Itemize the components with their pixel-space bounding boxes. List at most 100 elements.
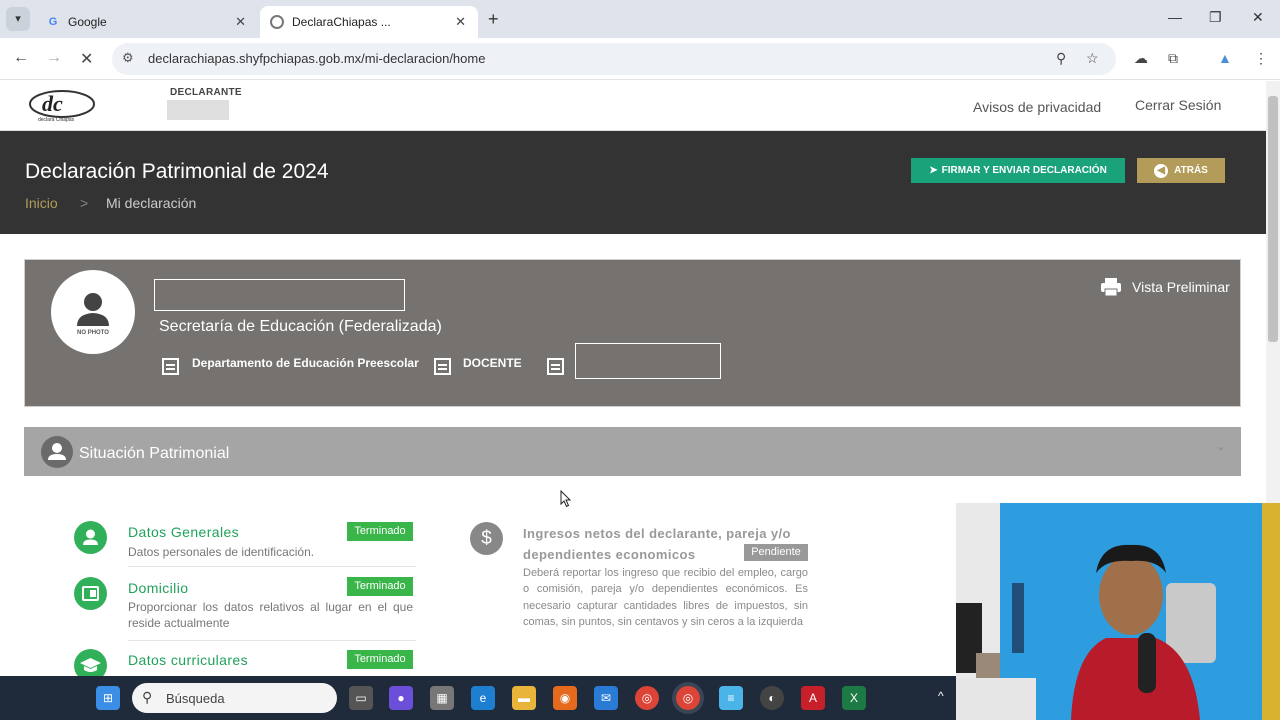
- status-badge: Terminado: [347, 577, 413, 596]
- address-card-icon: [74, 577, 107, 610]
- notepad-icon[interactable]: ≡: [719, 686, 743, 710]
- list-icon: [162, 358, 179, 375]
- tab-search-button[interactable]: ▾: [6, 7, 30, 31]
- item-title[interactable]: Datos Generales: [128, 524, 239, 540]
- taskbar-search-label: Búsqueda: [166, 691, 225, 706]
- item-description: Proporcionar los datos relativos al luga…: [128, 600, 413, 630]
- page-banner: Declaración Patrimonial de 2024 Inicio >…: [0, 131, 1266, 234]
- chrome-icon[interactable]: ◎: [635, 686, 659, 710]
- preview-button[interactable]: Vista Preliminar: [1100, 277, 1230, 297]
- chat-icon[interactable]: ●: [389, 686, 413, 710]
- close-window-icon[interactable]: ✕: [1252, 9, 1264, 26]
- windows-start-icon[interactable]: ⊞: [96, 686, 120, 710]
- tab-google[interactable]: G Google ✕: [36, 6, 258, 38]
- site-favicon-icon: [270, 15, 284, 29]
- divider: [128, 566, 416, 567]
- mouse-cursor-icon: [560, 490, 572, 508]
- preview-label: Vista Preliminar: [1132, 279, 1230, 295]
- cloud-icon[interactable]: ☁: [1134, 50, 1148, 67]
- file-explorer-icon[interactable]: ▬: [512, 686, 536, 710]
- declarante-label: DECLARANTE: [170, 87, 242, 98]
- site-info-icon[interactable]: ⚙: [122, 50, 134, 66]
- logo-subtext: declara Chiapas: [38, 117, 75, 123]
- tab-title: DeclaraChiapas ...: [292, 15, 391, 29]
- search-icon: ⚲: [142, 689, 153, 705]
- bookmark-star-icon[interactable]: ☆: [1086, 50, 1099, 67]
- item-title[interactable]: Datos curriculares: [128, 652, 248, 668]
- department-text: Secretaría de Educación (Federalizada): [159, 318, 442, 335]
- mail-icon[interactable]: ✉: [594, 686, 618, 710]
- privacy-link[interactable]: Avisos de privacidad: [973, 99, 1101, 115]
- breadcrumb-separator-icon: >: [80, 195, 89, 211]
- status-badge-pending: Pendiente: [744, 544, 808, 561]
- tab-declarachiapas[interactable]: DeclaraChiapas ... ✕: [260, 6, 478, 38]
- area-text: Departamento de Educación Preescolar: [192, 356, 419, 370]
- new-tab-icon[interactable]: +: [488, 9, 499, 30]
- forward-icon[interactable]: →: [46, 49, 62, 67]
- task-view-icon[interactable]: ▭: [349, 686, 373, 710]
- acrobat-icon[interactable]: A: [801, 686, 825, 710]
- excel-icon[interactable]: X: [842, 686, 866, 710]
- code-redacted: [575, 343, 721, 379]
- minimize-icon[interactable]: —: [1168, 9, 1182, 25]
- zoom-icon[interactable]: ⚲: [1056, 50, 1066, 67]
- item-description: Datos personales de identificación.: [128, 545, 315, 559]
- menu-dots-icon[interactable]: ⋮: [1254, 50, 1268, 67]
- status-badge: Terminado: [347, 650, 413, 669]
- breadcrumb-current: Mi declaración: [106, 195, 197, 211]
- browser-tab-strip: ▾ G Google ✕ DeclaraChiapas ... ✕ + — ❐ …: [0, 0, 1280, 38]
- avatar: NO PHOTO: [51, 270, 135, 354]
- breadcrumb-home[interactable]: Inicio: [25, 195, 58, 211]
- section-title: Situación Patrimonial: [79, 445, 230, 462]
- google-icon: G: [48, 16, 58, 28]
- browser-toolbar: ← → ✕ ⚙ declarachiapas.shyfpchiapas.gob.…: [0, 38, 1280, 80]
- paper-plane-icon: ➤: [929, 165, 938, 176]
- tab-title: Google: [68, 15, 107, 29]
- list-icon: [434, 358, 451, 375]
- item-title[interactable]: Domicilio: [128, 580, 188, 596]
- taskbar-search[interactable]: ⚲ Búsqueda: [132, 683, 337, 713]
- list-icon: [547, 358, 564, 375]
- divider: [128, 640, 416, 641]
- close-tab-icon[interactable]: ✕: [455, 14, 466, 30]
- extensions-icon[interactable]: ⧉: [1168, 50, 1178, 67]
- chevron-down-icon[interactable]: ⌄: [1216, 439, 1226, 453]
- declarante-name-redacted: [167, 100, 229, 120]
- declarant-name-redacted: [154, 279, 405, 311]
- income-description: Deberá reportar los ingreso que recibio …: [523, 567, 808, 629]
- sign-button-label: FIRMAR Y ENVIAR DECLARACIÓN: [941, 165, 1107, 176]
- stop-loading-icon[interactable]: ✕: [80, 49, 93, 69]
- status-badge: Terminado: [347, 522, 413, 541]
- user-silhouette-icon: [77, 293, 109, 326]
- user-circle-icon: [41, 436, 73, 468]
- section-header[interactable]: Situación Patrimonial ⌄: [24, 427, 1241, 476]
- printer-icon: [1101, 278, 1121, 297]
- url-text: declarachiapas.shyfpchiapas.gob.mx/mi-de…: [148, 51, 486, 66]
- calculator-icon[interactable]: ▦: [430, 686, 454, 710]
- restore-icon[interactable]: ❐: [1209, 9, 1222, 26]
- declara-chiapas-logo[interactable]: dc declara Chiapas: [28, 87, 96, 123]
- edge-icon[interactable]: e: [471, 686, 495, 710]
- firefox-icon[interactable]: ◉: [553, 686, 577, 710]
- back-button[interactable]: ◀ ATRÁS: [1137, 158, 1225, 183]
- chevron-up-icon[interactable]: ^: [938, 689, 944, 703]
- user-icon: [74, 521, 107, 554]
- address-bar[interactable]: ⚙ declarachiapas.shyfpchiapas.gob.mx/mi-…: [112, 43, 1116, 75]
- back-button-label: ATRÁS: [1174, 165, 1208, 176]
- page-title: Declaración Patrimonial de 2024: [25, 160, 329, 183]
- logo-text: dc: [42, 91, 63, 116]
- presenter-video-image: [956, 503, 1280, 720]
- position-text: DOCENTE: [463, 356, 522, 370]
- back-icon[interactable]: ←: [13, 49, 29, 67]
- obs-icon[interactable]: ◐: [760, 686, 784, 710]
- no-photo-text: NO PHOTO: [77, 330, 109, 336]
- close-tab-icon[interactable]: ✕: [235, 14, 246, 30]
- drive-icon[interactable]: ▲: [1218, 50, 1232, 66]
- chrome-active-icon[interactable]: ◎: [676, 686, 700, 710]
- logout-link[interactable]: Cerrar Sesión: [1135, 97, 1221, 113]
- webcam-overlay: [956, 503, 1280, 720]
- dollar-icon: $: [470, 522, 503, 555]
- sign-and-send-button[interactable]: ➤ FIRMAR Y ENVIAR DECLARACIÓN: [911, 158, 1125, 183]
- windows-taskbar: ⊞ ⚲ Búsqueda ▭ ● ▦ e ▬ ◉ ✉ ◎ ◎ ≡ ◐ A X ^: [0, 676, 956, 720]
- scrollbar-thumb[interactable]: [1268, 96, 1278, 342]
